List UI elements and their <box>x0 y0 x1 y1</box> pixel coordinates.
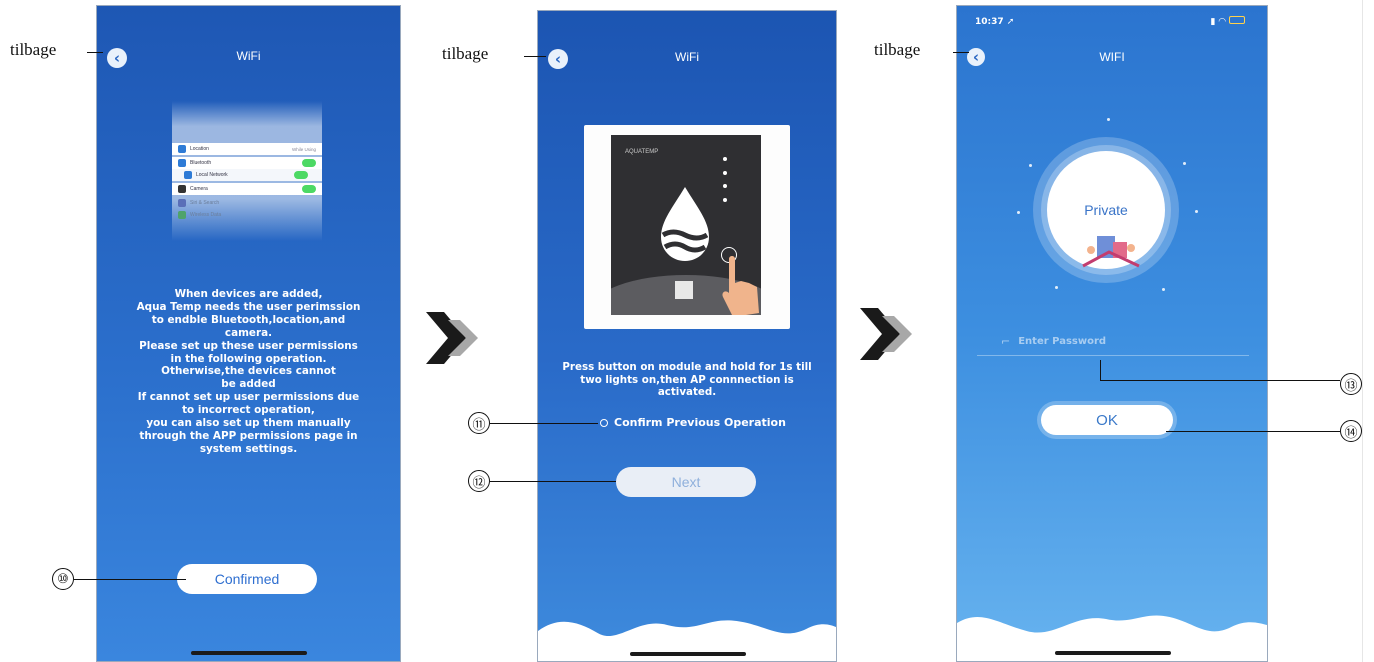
finger-press-icon <box>722 256 759 315</box>
siri-icon <box>178 199 186 207</box>
callout-12: ⑫ <box>468 470 490 492</box>
callout-14: ⑭ <box>1340 420 1362 442</box>
settings-row-location: Location While Using <box>172 143 322 155</box>
home-indicator <box>191 651 307 655</box>
back-leader-line <box>953 52 969 53</box>
confirm-previous-label: Confirm Previous Operation <box>614 416 786 429</box>
toggle-on-icon <box>302 159 316 167</box>
water-drop-icon <box>661 187 709 261</box>
back-leader-line <box>87 52 103 53</box>
wireless-data-icon <box>178 211 186 219</box>
password-input[interactable]: ⌐ Enter Password <box>977 328 1249 356</box>
settings-row-siri: Siri & Search <box>172 197 322 209</box>
people-network-illustration <box>1082 236 1140 268</box>
location-icon <box>178 145 186 153</box>
next-step-arrow-icon <box>860 308 912 360</box>
camera-icon <box>178 185 186 193</box>
confirmed-button[interactable]: Confirmed <box>177 564 317 594</box>
settings-row-camera: Camera <box>172 183 322 195</box>
callout-leader-line <box>490 481 616 482</box>
back-annotation-label: tilbage <box>10 40 57 59</box>
back-annotation-label: tilbage <box>874 40 921 59</box>
next-button[interactable]: Next <box>616 467 756 497</box>
module-instruction-screen: ‹ WiFi AQUATEMP Press button on module a… <box>537 10 837 662</box>
status-time: 10:37 ➚ <box>975 17 1015 27</box>
module-instruction-text: Press button on module and hold for 1s t… <box>562 361 812 398</box>
toggle-on-icon <box>294 171 308 179</box>
brand-label: AQUATEMP <box>625 149 659 155</box>
back-annotation-label: tilbage <box>442 44 489 63</box>
settings-row-wireless-data: Wireless Data <box>172 209 322 221</box>
screen-title: WIFI <box>1099 50 1125 64</box>
network-icon <box>184 171 192 179</box>
callout-11: ⑪ <box>468 412 490 434</box>
bluetooth-icon <box>178 159 186 167</box>
wifi-password-screen: 10:37 ➚ ▮ ◠ ‹ WIFI Private ⌐ Enter Passw… <box>956 5 1268 662</box>
callout-leader-line <box>1100 380 1340 381</box>
module-illustration: AQUATEMP <box>584 125 790 329</box>
callout-leader-line <box>490 423 598 424</box>
qr-code-icon <box>675 281 693 299</box>
permission-explanation-text: When devices are added, Aqua Temp needs … <box>136 288 361 455</box>
callout-13: ⑬ <box>1340 373 1362 395</box>
network-name: Private <box>1084 202 1128 218</box>
home-indicator <box>630 652 746 656</box>
page-divider <box>1362 0 1363 662</box>
callout-leader-line <box>1100 360 1101 380</box>
ok-button[interactable]: OK <box>1041 405 1173 435</box>
toggle-on-icon <box>302 185 316 193</box>
location-arrow-icon: ➚ <box>1003 17 1015 27</box>
screen-title: WiFi <box>675 50 699 64</box>
callout-leader-line <box>1166 431 1340 432</box>
status-icons: ▮ ◠ <box>1210 16 1245 27</box>
home-indicator <box>1055 651 1171 655</box>
wifi-status-icon: ◠ <box>1218 17 1227 27</box>
wifi-module-device: AQUATEMP <box>611 135 761 315</box>
next-step-arrow-icon <box>426 312 478 364</box>
settings-row-local-network: Local Network <box>172 169 322 181</box>
key-icon: ⌐ <box>1001 335 1011 348</box>
password-placeholder: Enter Password <box>1018 336 1107 347</box>
radio-circle-icon <box>600 418 608 427</box>
callout-10: ⑩ <box>52 568 74 590</box>
settings-row-bluetooth: Bluetooth <box>172 157 322 169</box>
screen-title: WiFi <box>236 49 261 63</box>
back-leader-line <box>524 56 546 57</box>
battery-icon <box>1229 16 1245 24</box>
signal-icon: ▮ <box>1210 17 1216 27</box>
callout-leader-line <box>74 579 186 580</box>
permissions-settings-illustration: Location While Using Bluetooth Local Net… <box>172 101 322 241</box>
confirm-previous-checkbox[interactable]: Confirm Previous Operation <box>600 416 786 429</box>
permissions-screen: ‹ WiFi Location While Using Bluetooth Lo… <box>96 5 401 662</box>
